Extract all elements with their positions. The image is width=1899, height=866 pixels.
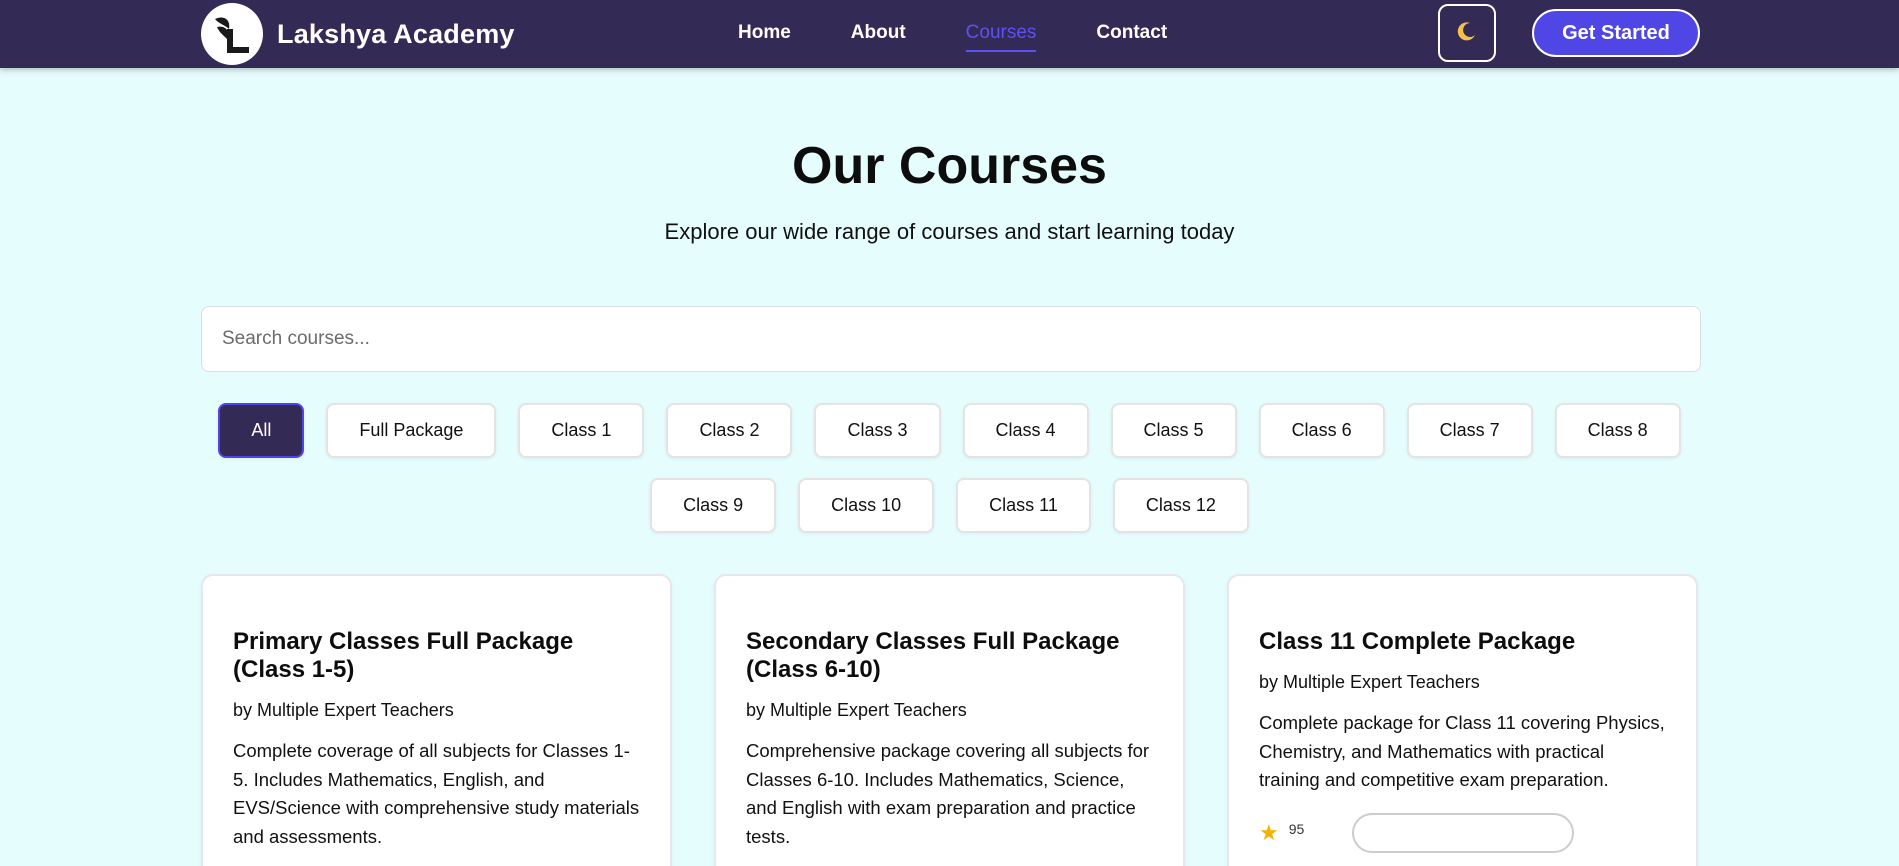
page-title: Our Courses [792,137,1107,195]
nav-courses[interactable]: Courses [965,22,1036,52]
filter-class-3[interactable]: Class 3 [814,403,941,458]
course-card[interactable]: Secondary Classes Full Package (Class 6-… [714,574,1185,866]
filter-all[interactable]: All [218,403,305,458]
course-title: Primary Classes Full Package (Class 1-5) [233,628,574,683]
course-description: Complete package for Class 11 covering P… [1259,712,1665,790]
brand[interactable]: Lakshya Academy [201,3,515,65]
filter-class-8[interactable]: Class 8 [1554,403,1681,458]
course-card[interactable]: Primary Classes Full Package (Class 1-5)… [201,574,672,866]
nav-home[interactable]: Home [738,22,791,44]
course-teacher: by Multiple Expert Teachers [233,700,454,720]
course-rating: 95 [1288,820,1305,837]
get-started-button[interactable]: Get Started [1532,9,1700,57]
search-input[interactable] [201,306,1701,372]
filter-class-5[interactable]: Class 5 [1110,403,1237,458]
course-title: Class 11 Complete Package [1259,628,1576,655]
course-teacher: by Multiple Expert Teachers [746,700,967,720]
filter-class-1[interactable]: Class 1 [518,403,645,458]
navbar: Lakshya Academy Home About Courses Conta… [0,0,1899,68]
filter-row: Class 9 Class 10 Class 11 Class 12 [0,478,1899,533]
theme-toggle-button[interactable] [1438,4,1496,62]
filter-class-7[interactable]: Class 7 [1406,403,1533,458]
filter-class-2[interactable]: Class 2 [666,403,793,458]
course-card[interactable]: Class 11 Complete Package by Multiple Ex… [1227,574,1698,866]
course-description: Complete coverage of all subjects for Cl… [233,740,640,847]
filter-class-4[interactable]: Class 4 [962,403,1089,458]
course-description: Comprehensive package covering all subje… [746,740,1150,847]
course-teacher: by Multiple Expert Teachers [1259,672,1480,692]
star-icon: ★ [1259,819,1279,845]
course-title: Secondary Classes Full Package (Class 6-… [746,628,1120,683]
main-nav: Home About Courses Contact [738,0,1227,66]
filter-class-6[interactable]: Class 6 [1258,403,1385,458]
filter-class-10[interactable]: Class 10 [798,478,935,533]
academy-logo-icon [201,3,263,65]
page-subtitle: Explore our wide range of courses and st… [664,219,1235,244]
filter-class-12[interactable]: Class 12 [1112,478,1249,533]
filter-row: All Full Package Class 1 Class 2 Class 3… [0,403,1899,458]
course-footer: ★ 95 [1259,812,1666,853]
enroll-button[interactable] [1352,812,1575,853]
nav-about[interactable]: About [851,22,906,44]
nav-contact[interactable]: Contact [1096,22,1167,44]
filter-class-9[interactable]: Class 9 [650,478,777,533]
brand-name: Lakshya Academy [277,18,515,49]
filter-full-package[interactable]: Full Package [326,403,497,458]
crescent-moon-icon [1455,19,1479,48]
filter-class-11[interactable]: Class 11 [956,478,1091,533]
